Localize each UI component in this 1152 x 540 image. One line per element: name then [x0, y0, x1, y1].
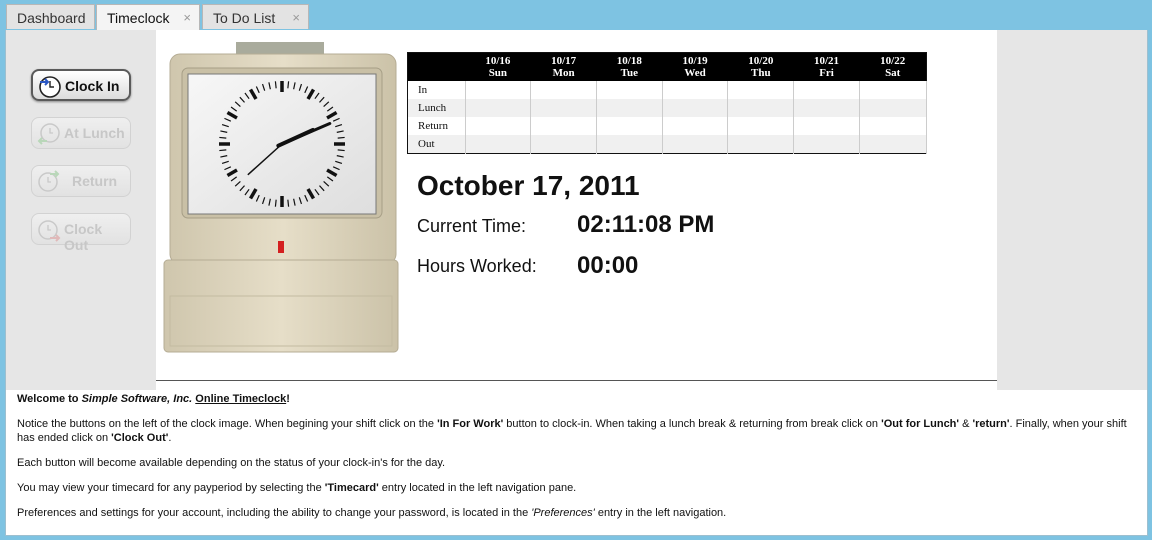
clock-minute-tick — [274, 199, 277, 207]
table-cell — [859, 116, 928, 135]
table-cell — [465, 81, 532, 99]
clock-out-button[interactable]: Clock Out — [31, 213, 131, 253]
table-cell — [530, 98, 597, 117]
table-cell — [662, 134, 729, 154]
table-cell — [727, 134, 795, 154]
table-cell — [727, 116, 795, 135]
tab-label: To Do List — [213, 10, 276, 26]
corner-cell — [407, 52, 465, 81]
instruction-paragraph: Preferences and settings for your accoun… — [17, 507, 727, 519]
tab-label: Dashboard — [17, 10, 86, 26]
current-date: October 17, 2011 — [417, 170, 640, 201]
table-cell — [530, 116, 597, 135]
button-label: Return — [72, 173, 118, 189]
row-label: Lunch — [407, 98, 466, 117]
day-header: 10/17 Mon — [530, 52, 597, 81]
table-row: Return — [407, 116, 928, 135]
instruction-paragraph: You may view your timecard for any paype… — [17, 482, 577, 494]
table-row: Lunch — [407, 98, 928, 117]
button-label: At Lunch — [64, 125, 125, 141]
button-label: Clock In — [65, 78, 120, 94]
table-cell — [793, 81, 860, 99]
instruction-paragraph: Each button will become available depend… — [17, 457, 446, 469]
clock-minute-tick — [287, 81, 290, 89]
table-cell — [530, 81, 597, 99]
time-clock-icon — [163, 42, 399, 353]
clock-in-button[interactable]: Clock In — [31, 69, 131, 101]
current-time-label: Current Time: — [417, 216, 527, 236]
at-lunch-button[interactable]: At Lunch — [31, 117, 131, 149]
instruction-paragraph: Notice the buttons on the left of the cl… — [17, 418, 1127, 444]
day-header: 10/20 Thu — [727, 52, 794, 81]
row-label: In — [407, 81, 466, 99]
clock-minute-tick — [337, 149, 345, 152]
day-header-row: 10/16 Sun 10/17 Mon 10/18 Tue 10/19 Wed 10/2… — [407, 52, 927, 81]
day-header: 10/18 Tue — [596, 52, 663, 81]
close-icon[interactable]: × — [183, 5, 191, 31]
table-cell — [859, 81, 928, 99]
tab-timeclock[interactable]: Timeclock × — [96, 4, 200, 30]
table-row: In — [407, 81, 928, 99]
clock-minute-tick — [219, 149, 227, 152]
table-cell — [662, 98, 729, 117]
clock-out-icon — [38, 220, 61, 242]
close-icon[interactable]: × — [292, 5, 300, 31]
lunch-icon — [37, 123, 60, 145]
table-cell — [530, 134, 597, 154]
table-cell — [793, 98, 860, 117]
day-header: 10/21 Fri — [793, 52, 860, 81]
clock-minute-tick — [287, 199, 290, 207]
clock-minute-tick — [219, 136, 227, 139]
table-cell — [859, 98, 928, 117]
tab-label: Timeclock — [107, 10, 170, 26]
table-cell — [662, 116, 729, 135]
table-cell — [465, 116, 532, 135]
tab-dashboard[interactable]: Dashboard — [6, 4, 95, 29]
welcome-text: Welcome to Simple Software, Inc. Online … — [17, 393, 290, 405]
table-cell — [465, 134, 532, 154]
weekly-timecard-grid: 10/16 Sun 10/17 Mon 10/18 Tue 10/19 Wed 10/2… — [407, 52, 928, 154]
table-cell — [596, 116, 663, 135]
tab-todo-list[interactable]: To Do List × — [202, 4, 309, 29]
day-header: 10/22 Sat — [859, 52, 927, 81]
instructions: Welcome to Simple Software, Inc. Online … — [17, 392, 1137, 531]
tab-bar: Dashboard Timeclock × To Do List × — [0, 0, 1152, 30]
clock-minute-tick — [337, 136, 345, 139]
return-icon — [38, 170, 60, 192]
button-label: Clock Out — [64, 221, 103, 253]
row-label: Out — [407, 134, 466, 154]
table-cell — [465, 98, 532, 117]
table-cell — [793, 116, 860, 135]
table-cell — [596, 134, 663, 154]
table-cell — [662, 81, 729, 99]
day-header: 10/16 Sun — [465, 52, 531, 81]
hours-worked-label: Hours Worked: — [417, 256, 537, 276]
table-cell — [727, 81, 795, 99]
table-cell — [727, 98, 795, 117]
right-pane — [997, 30, 1147, 390]
table-cell — [596, 98, 663, 117]
table-cell — [596, 81, 663, 99]
table-cell — [793, 134, 860, 154]
table-row: Out — [407, 134, 928, 154]
online-timeclock-link[interactable]: Online Timeclock — [195, 393, 286, 405]
table-cell — [859, 134, 928, 154]
hours-worked-value: 00:00 — [577, 252, 639, 279]
return-button[interactable]: Return — [31, 165, 131, 197]
row-label: Return — [407, 116, 466, 135]
clock-minute-tick — [274, 81, 277, 89]
day-header: 10/19 Wed — [662, 52, 728, 81]
clock-in-icon — [39, 76, 61, 98]
current-time-value: 02:11:08 PM — [577, 211, 715, 238]
